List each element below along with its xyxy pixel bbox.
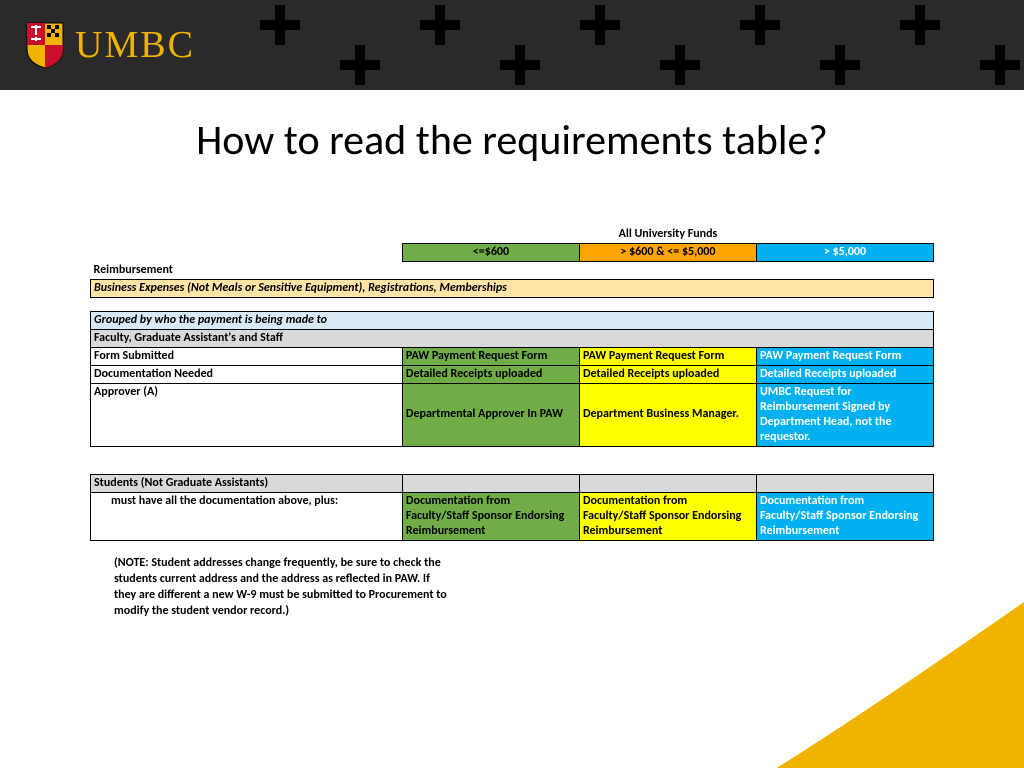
- row-doc-b: Detailed Receipts uploaded: [579, 365, 756, 383]
- logo-text: UMBC: [75, 23, 195, 67]
- row-doc-label: Documentation Needed: [91, 365, 403, 383]
- row-approver-c: UMBC Request for Reimbursement Signed by…: [756, 383, 933, 446]
- row-approver-b: Department Business Manager.: [579, 383, 756, 446]
- slide-title: How to read the requirements table?: [0, 115, 1024, 166]
- band-students: Students (Not Graduate Assistants): [91, 474, 403, 492]
- requirements-table: All University Funds <=$600 > $600 & <= …: [90, 226, 934, 541]
- row-students-label: must have all the documentation above, p…: [91, 492, 403, 540]
- row-students-c: Documentation from Faculty/Staff Sponsor…: [756, 492, 933, 540]
- band-faculty: Faculty, Graduate Assistant's and Staff: [91, 329, 934, 347]
- row-form-label: Form Submitted: [91, 347, 403, 365]
- section-reimbursement: Reimbursement: [91, 262, 403, 280]
- slide-header: UMBC: [0, 0, 1024, 90]
- logo: UMBC: [0, 0, 1024, 90]
- row-form-a: PAW Payment Request Form: [402, 347, 579, 365]
- row-doc-a: Detailed Receipts uploaded: [402, 365, 579, 383]
- row-students-b: Documentation from Faculty/Staff Sponsor…: [579, 492, 756, 540]
- footnote: (NOTE: Student addresses change frequent…: [114, 555, 454, 620]
- row-doc-c: Detailed Receipts uploaded: [756, 365, 933, 383]
- row-form-b: PAW Payment Request Form: [579, 347, 756, 365]
- row-form-c: PAW Payment Request Form: [756, 347, 933, 365]
- table-area: All University Funds <=$600 > $600 & <= …: [0, 166, 1024, 619]
- tier-a-header: <=$600: [402, 244, 579, 262]
- header-all-funds: All University Funds: [402, 226, 933, 244]
- band-business-expenses: Business Expenses (Not Meals or Sensitiv…: [91, 279, 934, 297]
- row-approver-label: Approver (A): [91, 383, 403, 446]
- row-approver-a: Departmental Approver In PAW: [402, 383, 579, 446]
- row-students-a: Documentation from Faculty/Staff Sponsor…: [402, 492, 579, 540]
- band-grouped-by: Grouped by who the payment is being made…: [91, 311, 934, 329]
- shield-icon: [25, 21, 65, 69]
- tier-c-header: > $5,000: [756, 244, 933, 262]
- tier-b-header: > $600 & <= $5,000: [579, 244, 756, 262]
